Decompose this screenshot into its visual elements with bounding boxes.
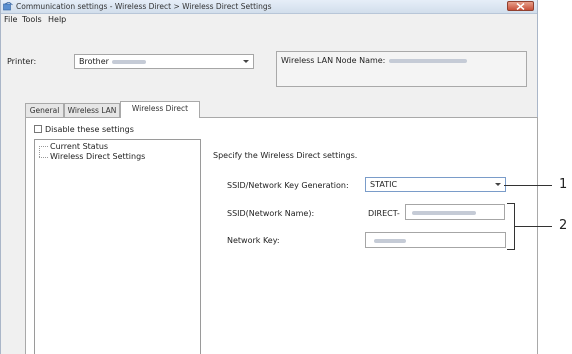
chevron-down-icon [243,60,249,63]
close-button[interactable] [507,1,534,11]
menu-help[interactable]: Help [48,15,66,24]
network-key-label: Network Key: [227,236,280,245]
disable-settings-label: Disable these settings [45,125,134,134]
ssid-input[interactable] [405,204,505,220]
title-bar: Communication settings - Wireless Direct… [1,0,537,14]
printer-model-redacted [111,59,146,64]
network-key-redacted [374,239,406,243]
callout-2-bracket-bottom [507,249,515,250]
printer-value: Brother [79,57,109,66]
tree-item-current-status[interactable]: Current Status [50,142,108,151]
ssid-value-redacted [412,211,476,215]
callout-2-number: 2 [559,218,568,233]
callout-1-line [504,185,552,186]
ssid-generation-select[interactable]: STATIC [365,177,506,192]
chevron-down-icon [495,183,501,186]
tree-connector [39,157,48,158]
window-title: Communication settings - Wireless Direct… [16,2,272,11]
ssid-label: SSID(Network Name): [227,209,315,218]
tree-item-wireless-direct-settings[interactable]: Wireless Direct Settings [50,152,145,161]
network-key-input[interactable] [365,232,506,248]
app-icon [3,2,13,11]
tab-general[interactable]: General [25,103,64,117]
menu-bar: File Tools Help [1,14,537,25]
menu-file[interactable]: File [4,15,17,24]
ssid-generation-value: STATIC [370,180,398,189]
tab-wireless-lan-label: Wireless LAN [67,106,117,115]
callout-1-number: 1 [559,177,568,192]
tab-wireless-lan[interactable]: Wireless LAN [64,103,120,117]
tab-general-label: General [29,106,60,115]
node-name-redacted [389,58,468,63]
menu-tools[interactable]: Tools [22,15,42,24]
callout-2-line [515,226,552,227]
printer-select[interactable]: Brother [74,54,254,69]
close-icon [516,3,525,10]
wireless-node-name-box: Wireless LAN Node Name: [276,51,527,87]
settings-description: Specify the Wireless Direct settings. [213,151,358,160]
tab-wireless-direct-label: Wireless Direct [131,104,189,113]
disable-settings-checkbox[interactable] [34,125,42,133]
ssid-generation-label: SSID/Network Key Generation: [227,181,349,190]
tree-connector [39,146,48,147]
ssid-prefix: DIRECT- [368,209,400,218]
tab-wireless-direct[interactable]: Wireless Direct [120,101,200,118]
printer-label: Printer: [7,57,37,66]
communication-settings-window: Communication settings - Wireless Direct… [0,0,538,354]
settings-tree: Current Status Wireless Direct Settings [34,139,201,354]
tree-connector [39,146,40,157]
node-name-label: Wireless LAN Node Name: [281,56,386,65]
